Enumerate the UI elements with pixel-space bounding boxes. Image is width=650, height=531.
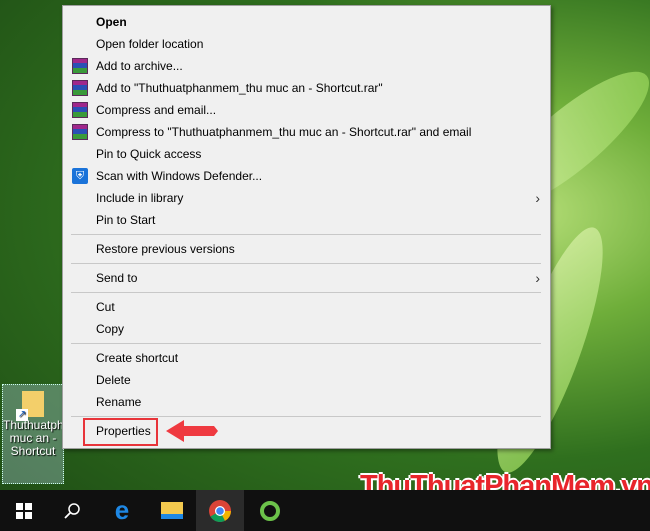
menu-item-create-shortcut[interactable]: Create shortcut xyxy=(63,347,550,369)
edge-icon[interactable]: e xyxy=(98,490,146,531)
menu-separator xyxy=(71,263,541,264)
menu-item-label: Include in library xyxy=(96,191,184,205)
menu-item-rename[interactable]: Rename xyxy=(63,391,550,413)
menu-separator xyxy=(71,234,541,235)
red-arrow-icon xyxy=(166,420,218,442)
menu-item-label: Send to xyxy=(96,271,138,285)
menu-item-label: Create shortcut xyxy=(96,351,179,365)
winrar-icon xyxy=(72,80,88,96)
menu-item-scan-with-windows-defender[interactable]: ⛨ Scan with Windows Defender... xyxy=(63,165,550,187)
desktop-shortcut-icon[interactable]: Thuthuatphanmem_thu muc an - Shortcut xyxy=(2,384,127,484)
file-explorer-icon[interactable] xyxy=(148,490,196,531)
menu-item-send-to[interactable]: Send to › xyxy=(63,267,550,289)
chevron-right-icon: › xyxy=(535,190,540,206)
menu-item-include-in-library[interactable]: Include in library › xyxy=(63,187,550,209)
menu-item-label: Rename xyxy=(96,395,142,409)
start-button[interactable] xyxy=(0,490,48,531)
menu-item-add-to-thuthuatphanmem-thu-muc-an-shortcut-rar[interactable]: Add to "Thuthuatphanmem_thu muc an - Sho… xyxy=(63,77,550,99)
search-icon xyxy=(64,502,80,519)
menu-item-label: Restore previous versions xyxy=(96,242,235,256)
menu-item-compress-to-thuthuatphanmem-thu-muc-an-shortcut-rar-and-email[interactable]: Compress to "Thuthuatphanmem_thu muc an … xyxy=(63,121,550,143)
winrar-icon xyxy=(72,58,88,74)
windows-logo-icon xyxy=(16,502,32,519)
menu-item-label: Copy xyxy=(96,322,125,336)
menu-item-pin-to-quick-access[interactable]: Pin to Quick access xyxy=(63,143,550,165)
properties-highlight-box xyxy=(83,418,158,446)
chrome-icon[interactable] xyxy=(196,490,244,531)
menu-item-open[interactable]: Open xyxy=(63,11,550,33)
winrar-icon xyxy=(72,102,88,118)
chrome-logo xyxy=(209,499,231,522)
menu-separator xyxy=(71,416,541,417)
coccoc-icon[interactable] xyxy=(246,490,294,531)
menu-item-add-to-archive[interactable]: Add to archive... xyxy=(63,55,550,77)
windows-defender-icon: ⛨ xyxy=(72,168,88,184)
menu-item-label: Compress and email... xyxy=(96,103,217,117)
menu-item-pin-to-start[interactable]: Pin to Start xyxy=(63,209,550,231)
chevron-right-icon: › xyxy=(535,270,540,286)
menu-item-label: Cut xyxy=(96,300,115,314)
menu-item-copy[interactable]: Copy xyxy=(63,318,550,340)
taskbar: e xyxy=(0,490,650,531)
menu-separator xyxy=(71,292,541,293)
winrar-icon xyxy=(72,124,88,140)
menu-item-label: Open xyxy=(96,15,127,29)
menu-item-delete[interactable]: Delete xyxy=(63,369,550,391)
menu-item-label: Scan with Windows Defender... xyxy=(96,169,263,183)
search-button[interactable] xyxy=(48,490,96,531)
menu-item-cut[interactable]: Cut xyxy=(63,296,550,318)
menu-item-open-folder-location[interactable]: Open folder location xyxy=(63,33,550,55)
menu-item-label: Pin to Start xyxy=(96,213,156,227)
folder-shortcut-icon xyxy=(16,391,44,421)
menu-item-label: Add to archive... xyxy=(96,59,183,73)
menu-item-compress-and-email[interactable]: Compress and email... xyxy=(63,99,550,121)
menu-item-restore-previous-versions[interactable]: Restore previous versions xyxy=(63,238,550,260)
menu-item-label: Open folder location xyxy=(96,37,204,51)
menu-item-label: Pin to Quick access xyxy=(96,147,202,161)
menu-item-label: Compress to "Thuthuatphanmem_thu muc an … xyxy=(96,125,472,139)
menu-item-label: Add to "Thuthuatphanmem_thu muc an - Sho… xyxy=(96,81,383,95)
menu-item-label: Delete xyxy=(96,373,131,387)
menu-separator xyxy=(71,343,541,344)
context-menu: Open Open folder location Add to archive..… xyxy=(62,5,551,449)
